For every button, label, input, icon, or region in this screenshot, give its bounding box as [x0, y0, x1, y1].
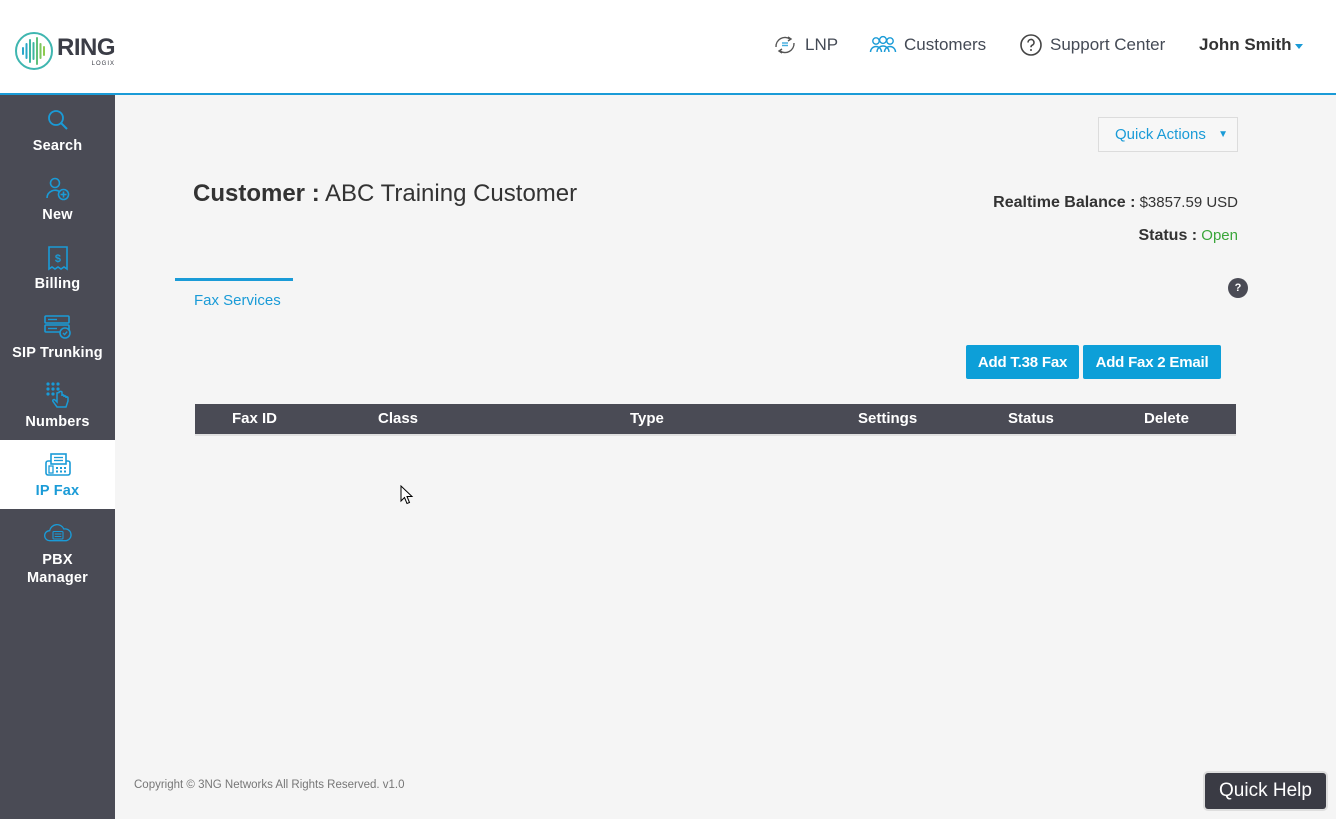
logo-wordmark: RING — [57, 33, 116, 61]
balance-label: Realtime Balance : — [993, 194, 1136, 211]
pbx-cloud-icon — [43, 523, 72, 542]
customer-name: ABC Training Customer — [325, 180, 578, 207]
sidebar-item-label: New — [42, 207, 73, 223]
new-user-icon — [45, 177, 69, 201]
fax-icon — [44, 453, 71, 476]
column-header-status[interactable]: Status — [1008, 410, 1054, 427]
sidebar-item-ip-fax[interactable]: IP Fax — [0, 440, 115, 509]
table-body-divider — [195, 434, 1236, 436]
search-icon — [47, 110, 68, 130]
top-header: RING LOGIX LNP Customers Support Center … — [0, 0, 1336, 95]
chevron-down-icon — [1294, 43, 1303, 49]
sidebar-item-label: PBX Manager — [26, 552, 89, 586]
add-fax-2-email-button[interactable]: Add Fax 2 Email — [1083, 345, 1221, 379]
sidebar-item-label: Billing — [34, 276, 81, 292]
page-title: Customer : ABC Training Customer — [193, 180, 577, 208]
logo-subtitle: LOGIX — [91, 60, 115, 67]
sidebar-item-sip-trunking[interactable]: SIP Trunking — [0, 302, 115, 371]
realtime-balance: Realtime Balance : $3857.59 USD — [993, 194, 1238, 212]
column-header-type[interactable]: Type — [630, 410, 664, 427]
quick-actions-dropdown[interactable]: Quick Actions ▼ — [1098, 117, 1238, 152]
sidebar-item-pbx-manager[interactable]: PBX Manager — [0, 509, 115, 589]
mouse-pointer-icon — [400, 485, 414, 505]
copyright-text: Copyright © 3NG Networks All Rights Rese… — [134, 779, 405, 791]
sidebar-item-label: IP Fax — [35, 483, 80, 499]
numbers-keypad-icon — [45, 382, 69, 408]
chevron-down-icon: ▼ — [1218, 129, 1228, 140]
user-name: John Smith — [1199, 35, 1292, 54]
help-icon[interactable]: ? — [1228, 278, 1248, 298]
nav-lnp-label: LNP — [805, 35, 839, 54]
ringlogix-logo[interactable]: RING LOGIX — [14, 30, 124, 72]
help-circle-icon — [1020, 34, 1042, 56]
sidebar: Search New $ Billing SIP Trunking Number… — [0, 95, 115, 819]
nav-customers-label: Customers — [904, 35, 987, 54]
column-header-class[interactable]: Class — [378, 410, 418, 427]
sidebar-item-label: SIP Trunking — [12, 345, 103, 361]
billing-icon: $ — [47, 246, 68, 271]
active-tab-indicator — [175, 278, 293, 281]
sidebar-item-label: Numbers — [25, 414, 90, 430]
tab-fax-services[interactable]: Fax Services — [194, 292, 281, 309]
logo-mark-icon — [15, 32, 53, 70]
sidebar-item-new[interactable]: New — [0, 164, 115, 233]
column-header-fax-id[interactable]: Fax ID — [232, 410, 277, 427]
customer-label: Customer : — [193, 180, 320, 207]
sidebar-item-label: Search — [32, 138, 83, 154]
fax-table-header: Fax ID Class Type Settings Status Delete — [195, 404, 1236, 434]
lnp-transfer-icon — [775, 36, 795, 54]
quick-help-button[interactable]: Quick Help — [1205, 773, 1326, 809]
sip-trunking-icon — [43, 315, 71, 339]
column-header-delete[interactable]: Delete — [1144, 410, 1189, 427]
quick-actions-label: Quick Actions — [1115, 126, 1206, 143]
nav-customers[interactable]: Customers — [869, 32, 986, 58]
nav-support-label: Support Center — [1050, 35, 1166, 54]
column-header-settings[interactable]: Settings — [858, 410, 917, 427]
sidebar-item-numbers[interactable]: Numbers — [0, 371, 115, 440]
customer-status: Status : Open — [1138, 227, 1238, 245]
status-badge: Open — [1201, 227, 1238, 244]
status-label: Status : — [1138, 227, 1198, 244]
svg-text:$: $ — [54, 253, 60, 265]
sidebar-item-search[interactable]: Search — [0, 95, 115, 164]
user-menu[interactable]: John Smith — [1199, 32, 1303, 58]
customers-group-icon — [869, 35, 897, 53]
nav-lnp[interactable]: LNP — [772, 32, 838, 58]
balance-value: $3857.59 USD — [1139, 194, 1238, 211]
add-t38-fax-button[interactable]: Add T.38 Fax — [966, 345, 1079, 379]
sidebar-item-billing[interactable]: $ Billing — [0, 233, 115, 302]
nav-support-center[interactable]: Support Center — [1019, 32, 1165, 58]
